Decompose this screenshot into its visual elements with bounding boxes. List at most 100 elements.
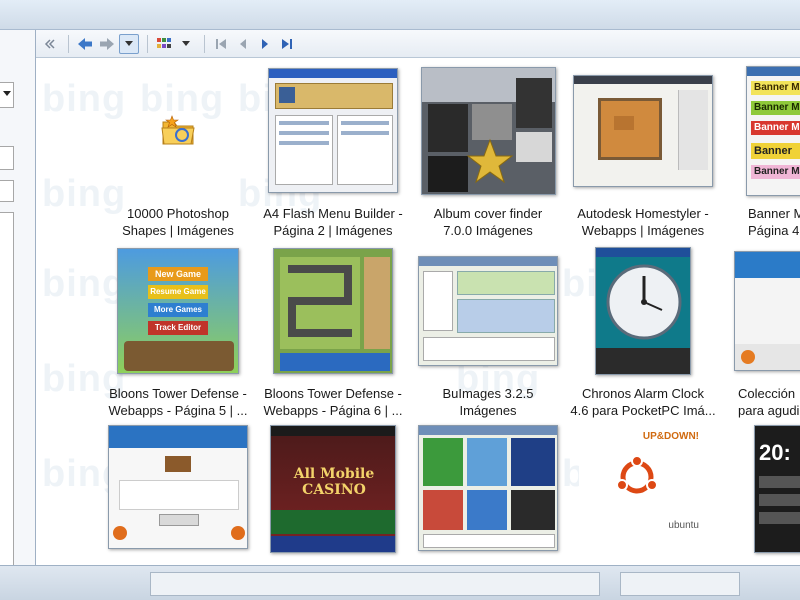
game-menu-item: Track Editor xyxy=(148,320,208,335)
previous-page-button[interactable] xyxy=(233,34,253,54)
result-item[interactable]: UP&DOWN! ubuntu xyxy=(563,421,723,565)
screenshot-thumbnail: All Mobile CASINO xyxy=(270,425,396,553)
result-item[interactable]: A4 Flash Menu Builder - Página 2 | Imáge… xyxy=(253,63,413,243)
result-caption: 10000 Photoshop Shapes | Imágenes xyxy=(92,205,264,239)
next-page-icon xyxy=(262,38,268,49)
result-item[interactable]: New Game Resume Game More Games Track Ed… xyxy=(98,243,258,423)
chevron-down-icon xyxy=(3,91,11,96)
result-item[interactable]: All Mobile CASINO xyxy=(253,421,413,565)
banner-sample: Banner M xyxy=(751,120,800,135)
result-thumbnail[interactable] xyxy=(408,421,568,556)
taskbar-button[interactable] xyxy=(620,572,740,596)
result-item[interactable]: Bloons Tower Defense - Webapps - Página … xyxy=(253,243,413,423)
first-page-icon xyxy=(216,38,226,49)
filter-dropdown[interactable] xyxy=(0,82,14,108)
result-title: Album cover finder xyxy=(433,206,543,221)
result-thumbnail[interactable] xyxy=(253,63,413,198)
result-title: BuImages 3.2.5 xyxy=(442,386,534,401)
result-item[interactable]: 20: xyxy=(718,421,800,565)
back-button[interactable] xyxy=(75,34,95,54)
result-title: Bloons Tower Defense - xyxy=(109,386,247,401)
forward-button[interactable] xyxy=(97,34,117,54)
result-thumbnail[interactable] xyxy=(253,243,413,378)
double-chevron-left-icon xyxy=(44,38,55,49)
screenshot-thumbnail xyxy=(273,247,393,374)
back-arrow-icon xyxy=(78,37,92,50)
banner-sample: Banner M xyxy=(751,100,800,115)
result-caption: BuImages 3.2.5 Imágenes xyxy=(402,385,574,419)
result-caption: Banner M Página 4 xyxy=(748,205,800,239)
chevron-down-icon xyxy=(125,40,133,46)
result-item[interactable]: Album cover finder 7.0.0 Imágenes xyxy=(408,63,568,243)
result-item[interactable]: BuImages 3.2.5 Imágenes xyxy=(408,243,568,423)
result-subtitle: Webapps | Imágenes xyxy=(581,223,705,238)
result-subtitle: Página 4 xyxy=(748,223,800,238)
next-page-button[interactable] xyxy=(255,34,275,54)
banner-sample: Banner M xyxy=(751,80,800,95)
result-item[interactable]: Chronos Alarm Clock 4.6 para PocketPC Im… xyxy=(563,243,723,423)
result-subtitle: Shapes | Imágenes xyxy=(122,223,234,238)
first-page-button[interactable] xyxy=(211,34,231,54)
toolbar-divider xyxy=(204,34,205,53)
result-subtitle: para agudi xyxy=(738,403,800,418)
result-caption: Chronos Alarm Clock 4.6 para PocketPC Im… xyxy=(557,385,729,419)
result-thumbnail[interactable] xyxy=(563,243,723,378)
screenshot-thumbnail xyxy=(420,66,556,195)
history-dropdown-button[interactable] xyxy=(119,33,139,54)
result-thumbnail[interactable]: All Mobile CASINO xyxy=(253,421,413,556)
result-thumbnail[interactable] xyxy=(98,63,258,198)
result-thumbnail[interactable] xyxy=(408,63,568,198)
view-mode-button[interactable] xyxy=(154,34,174,54)
result-item[interactable]: Colección para agudi xyxy=(718,243,800,423)
result-title: Banner M xyxy=(748,206,800,221)
ubuntu-wordmark: ubuntu xyxy=(668,520,699,531)
result-caption: A4 Flash Menu Builder - Página 2 | Imáge… xyxy=(247,205,419,239)
screenshot-thumbnail xyxy=(573,74,713,187)
screenshot-thumbnail: UP&DOWN! ubuntu xyxy=(579,425,707,535)
result-item[interactable] xyxy=(408,421,568,565)
result-caption: Colección para agudi xyxy=(738,385,800,419)
screenshot-thumbnail xyxy=(108,425,248,549)
filter-button[interactable] xyxy=(0,180,14,202)
game-menu-item: More Games xyxy=(148,302,208,317)
result-caption: Bloons Tower Defense - Webapps - Página … xyxy=(92,385,264,419)
window-titlebar xyxy=(0,0,800,30)
taskbar-button[interactable] xyxy=(150,572,600,596)
last-page-button[interactable] xyxy=(277,34,297,54)
taskbar xyxy=(0,565,800,600)
result-item[interactable]: 10000 Photoshop Shapes | Imágenes xyxy=(98,63,258,243)
result-item[interactable]: Autodesk Homestyler - Webapps | Imágenes xyxy=(563,63,723,243)
result-subtitle: Webapps - Página 6 | ... xyxy=(263,403,403,418)
ubuntu-logo-icon xyxy=(616,455,658,494)
screenshot-thumbnail xyxy=(734,250,800,371)
folder-stars-icon xyxy=(161,114,195,144)
last-page-icon xyxy=(282,38,292,49)
filter-input[interactable] xyxy=(0,146,14,170)
result-thumbnail[interactable] xyxy=(563,63,723,198)
result-subtitle: 4.6 para PocketPC Imá... xyxy=(570,403,716,418)
view-mode-dropdown[interactable] xyxy=(176,34,196,54)
result-thumbnail[interactable] xyxy=(98,421,258,556)
banner-sample: Banner Mak xyxy=(751,164,800,179)
toolbar xyxy=(36,30,800,58)
screenshot-thumbnail xyxy=(418,255,558,366)
result-thumbnail[interactable]: New Game Resume Game More Games Track Ed… xyxy=(98,243,258,378)
folder-list[interactable] xyxy=(0,212,14,582)
result-thumbnail[interactable]: UP&DOWN! ubuntu xyxy=(563,421,723,556)
result-thumbnail[interactable]: 20: xyxy=(718,421,800,556)
result-item[interactable]: Banner M Banner M Banner M Banner Banner… xyxy=(718,63,800,243)
result-thumbnail[interactable] xyxy=(718,243,800,378)
result-item[interactable] xyxy=(98,421,258,565)
result-title: Colección xyxy=(738,386,796,401)
toolbar-divider xyxy=(68,34,69,53)
left-pane xyxy=(0,30,36,582)
banner-sample: Banner xyxy=(751,142,800,159)
screenshot-thumbnail xyxy=(595,246,691,375)
updown-logo-text: UP&DOWN! xyxy=(642,431,699,442)
result-caption: Album cover finder 7.0.0 Imágenes xyxy=(402,205,574,239)
result-title: A4 Flash Menu Builder - xyxy=(263,206,403,221)
result-thumbnail[interactable] xyxy=(408,243,568,378)
collapse-pane-button[interactable] xyxy=(40,34,60,54)
result-thumbnail[interactable]: Banner M Banner M Banner M Banner Banner… xyxy=(718,63,800,198)
game-menu-item: Resume Game xyxy=(148,284,208,299)
